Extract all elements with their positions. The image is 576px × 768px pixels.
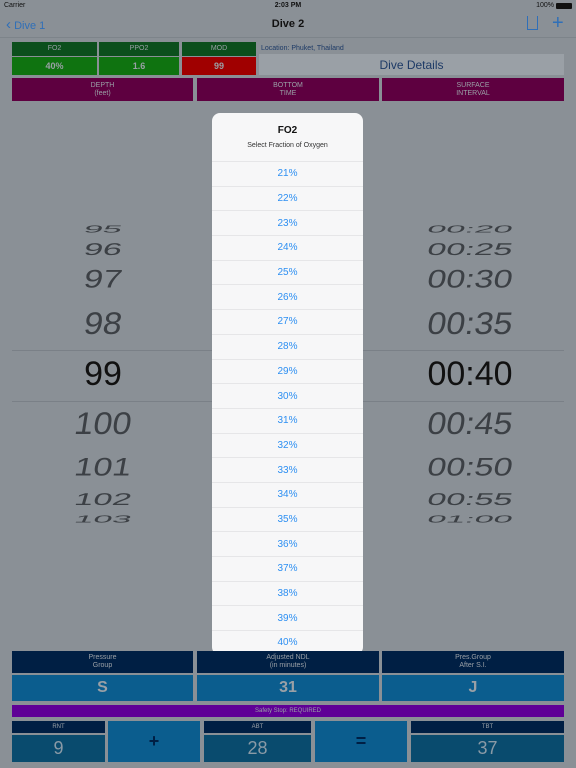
depth-option[interactable]: 103: [0, 514, 205, 526]
location: Location: Phuket, Thailand: [261, 45, 344, 52]
fo2-option[interactable]: 31%: [212, 407, 363, 433]
fo2-option[interactable]: 29%: [212, 358, 363, 384]
depth-option[interactable]: 97: [0, 265, 205, 294]
fo2-option[interactable]: 35%: [212, 506, 363, 532]
time-option[interactable]: 00:50: [367, 453, 572, 482]
surface-interval-header: SURFACE INTERVAL: [382, 78, 564, 101]
depth-option[interactable]: 100: [0, 407, 205, 443]
rnt-label: RNT: [12, 721, 105, 733]
fo2-option[interactable]: 22%: [212, 185, 363, 211]
time-option[interactable]: 00:25: [367, 240, 572, 260]
time-option[interactable]: 00:45: [367, 407, 572, 443]
fo2-option[interactable]: 34%: [212, 481, 363, 507]
fo2-option[interactable]: 39%: [212, 605, 363, 630]
status-bar: Carrier 2:03 PM 100%: [0, 0, 576, 12]
safety-stop-banner: Safety Stop: REQUIRED: [12, 705, 564, 717]
fo2-option[interactable]: 33%: [212, 457, 363, 482]
mod-value: 99: [182, 57, 256, 75]
page-title: Dive 2: [271, 18, 305, 30]
popover-title: FO2: [277, 125, 298, 136]
ppo2-label: PPO2: [99, 42, 179, 56]
rnt-value: 9: [12, 735, 105, 762]
depth-header: DEPTH (feet): [12, 78, 193, 101]
fo2-option[interactable]: 26%: [212, 284, 363, 309]
battery-icon: [556, 3, 572, 9]
tbt-label: TBT: [411, 721, 564, 733]
depth-option[interactable]: 96: [0, 240, 205, 260]
fo2-option[interactable]: 30%: [212, 383, 363, 408]
fo2-option[interactable]: 36%: [212, 531, 363, 556]
fo2-value[interactable]: 40%: [12, 57, 97, 75]
plus-sign: +: [108, 721, 200, 762]
fo2-option[interactable]: 28%: [212, 333, 363, 359]
fo2-option[interactable]: 23%: [212, 210, 363, 235]
adjusted-ndl-label: Adjusted NDL (in minutes): [197, 651, 379, 673]
depth-option[interactable]: 101: [0, 453, 205, 482]
tbt-value: 37: [411, 735, 564, 762]
time-option[interactable]: 00:55: [367, 490, 572, 510]
clock: 2:03 PM: [274, 2, 302, 9]
depth-option[interactable]: 102: [0, 490, 205, 510]
time-option[interactable]: 00:35: [367, 307, 572, 343]
fo2-option[interactable]: 37%: [212, 556, 363, 581]
bottom-time-header: BOTTOM TIME: [197, 78, 379, 101]
plus-icon[interactable]: +: [552, 12, 564, 35]
abt-value: 28: [204, 735, 311, 762]
fo2-label: FO2: [12, 42, 97, 56]
battery-level: 100%: [536, 2, 554, 9]
adjusted-ndl-value: 31: [197, 675, 379, 701]
fo2-option[interactable]: 38%: [212, 580, 363, 606]
depth-option[interactable]: 98: [0, 307, 205, 343]
pg-after-si-value: J: [382, 675, 564, 701]
depth-option[interactable]: 99: [3, 355, 203, 394]
mod-label: MOD: [182, 42, 256, 56]
pressure-group-label: Pressure Group: [12, 651, 193, 673]
fo2-option[interactable]: 24%: [212, 235, 363, 260]
fo2-option[interactable]: 32%: [212, 432, 363, 458]
fo2-option[interactable]: 21%: [212, 161, 363, 186]
popover-subtitle: Select Fraction of Oxygen: [247, 142, 328, 149]
nav-bar: ‹ Dive 1 Dive 2 +: [0, 12, 576, 38]
ppo2-value[interactable]: 1.6: [99, 57, 179, 75]
equals-sign: =: [315, 721, 407, 762]
depth-option[interactable]: 95: [0, 224, 205, 236]
share-icon[interactable]: [527, 16, 538, 30]
time-option[interactable]: 00:30: [367, 265, 572, 294]
abt-label: ABT: [204, 721, 311, 733]
time-option[interactable]: 01:00: [367, 514, 572, 526]
fo2-option[interactable]: 25%: [212, 259, 363, 285]
time-option[interactable]: 00:20: [367, 224, 572, 236]
pressure-group-value: S: [12, 675, 193, 701]
fo2-option[interactable]: 27%: [212, 309, 363, 334]
pg-after-si-label: Pres.Group After S.I.: [382, 651, 564, 673]
dive-details-button[interactable]: Dive Details: [259, 54, 564, 75]
fo2-popover: FO2 Select Fraction of Oxygen 21% 22% 23% 2…: [212, 113, 363, 655]
time-option[interactable]: 00:40: [370, 355, 570, 394]
